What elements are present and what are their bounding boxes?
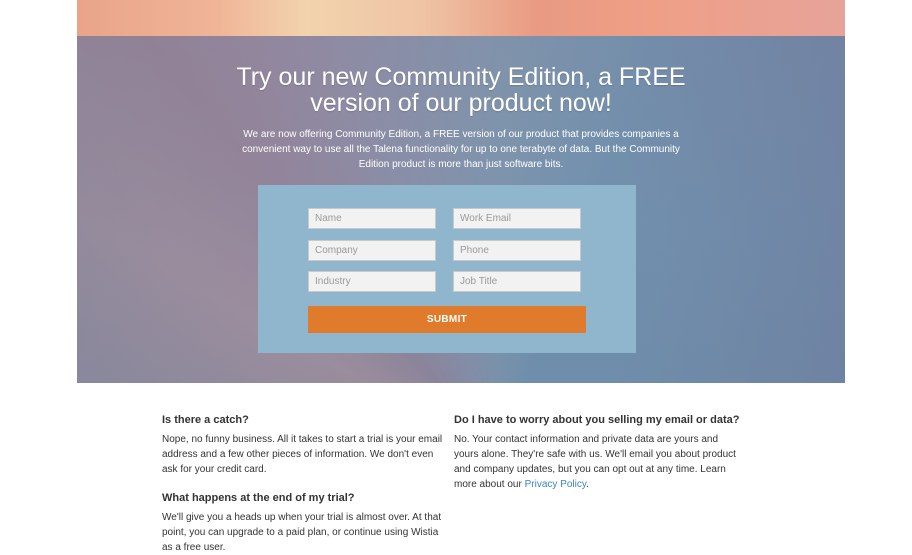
faq-question: What happens at the end of my trial? [162,492,355,504]
company-input[interactable] [308,240,436,261]
submit-button[interactable]: SUBMIT [308,306,586,333]
faq-answer-text: No. Your contact information and private… [454,434,736,490]
phone-input[interactable] [453,240,581,261]
faq-answer: Nope, no funny business. All it takes to… [162,434,443,475]
hero-banner: Try our new Community Edition, a FREE ve… [77,0,845,383]
faq-answer: No. Your contact information and private… [454,432,740,492]
faq-question: Is there a catch? [162,414,249,426]
job-title-input[interactable] [453,271,581,292]
hero-description: We are now offering Community Edition, a… [242,129,680,170]
faq-answer: We'll give you a heads up when your tria… [162,512,442,553]
faq-question: Do I have to worry about you selling my … [454,414,740,426]
faq-end-of-trial: What happens at the end of my trial? We'… [162,491,444,555]
faq-catch: Is there a catch? Nope, no funny busines… [162,413,444,477]
work-email-input[interactable] [453,208,581,229]
privacy-policy-link[interactable]: Privacy Policy [525,479,587,490]
faq-answer-suffix: . [586,479,589,490]
name-input[interactable] [308,208,436,229]
signup-form: SUBMIT [258,185,636,353]
industry-input[interactable] [308,271,436,292]
hero-top-band [77,0,845,36]
faq-selling-data: Do I have to worry about you selling my … [454,413,740,492]
page-title: Try our new Community Edition, a FREE ve… [236,63,686,117]
